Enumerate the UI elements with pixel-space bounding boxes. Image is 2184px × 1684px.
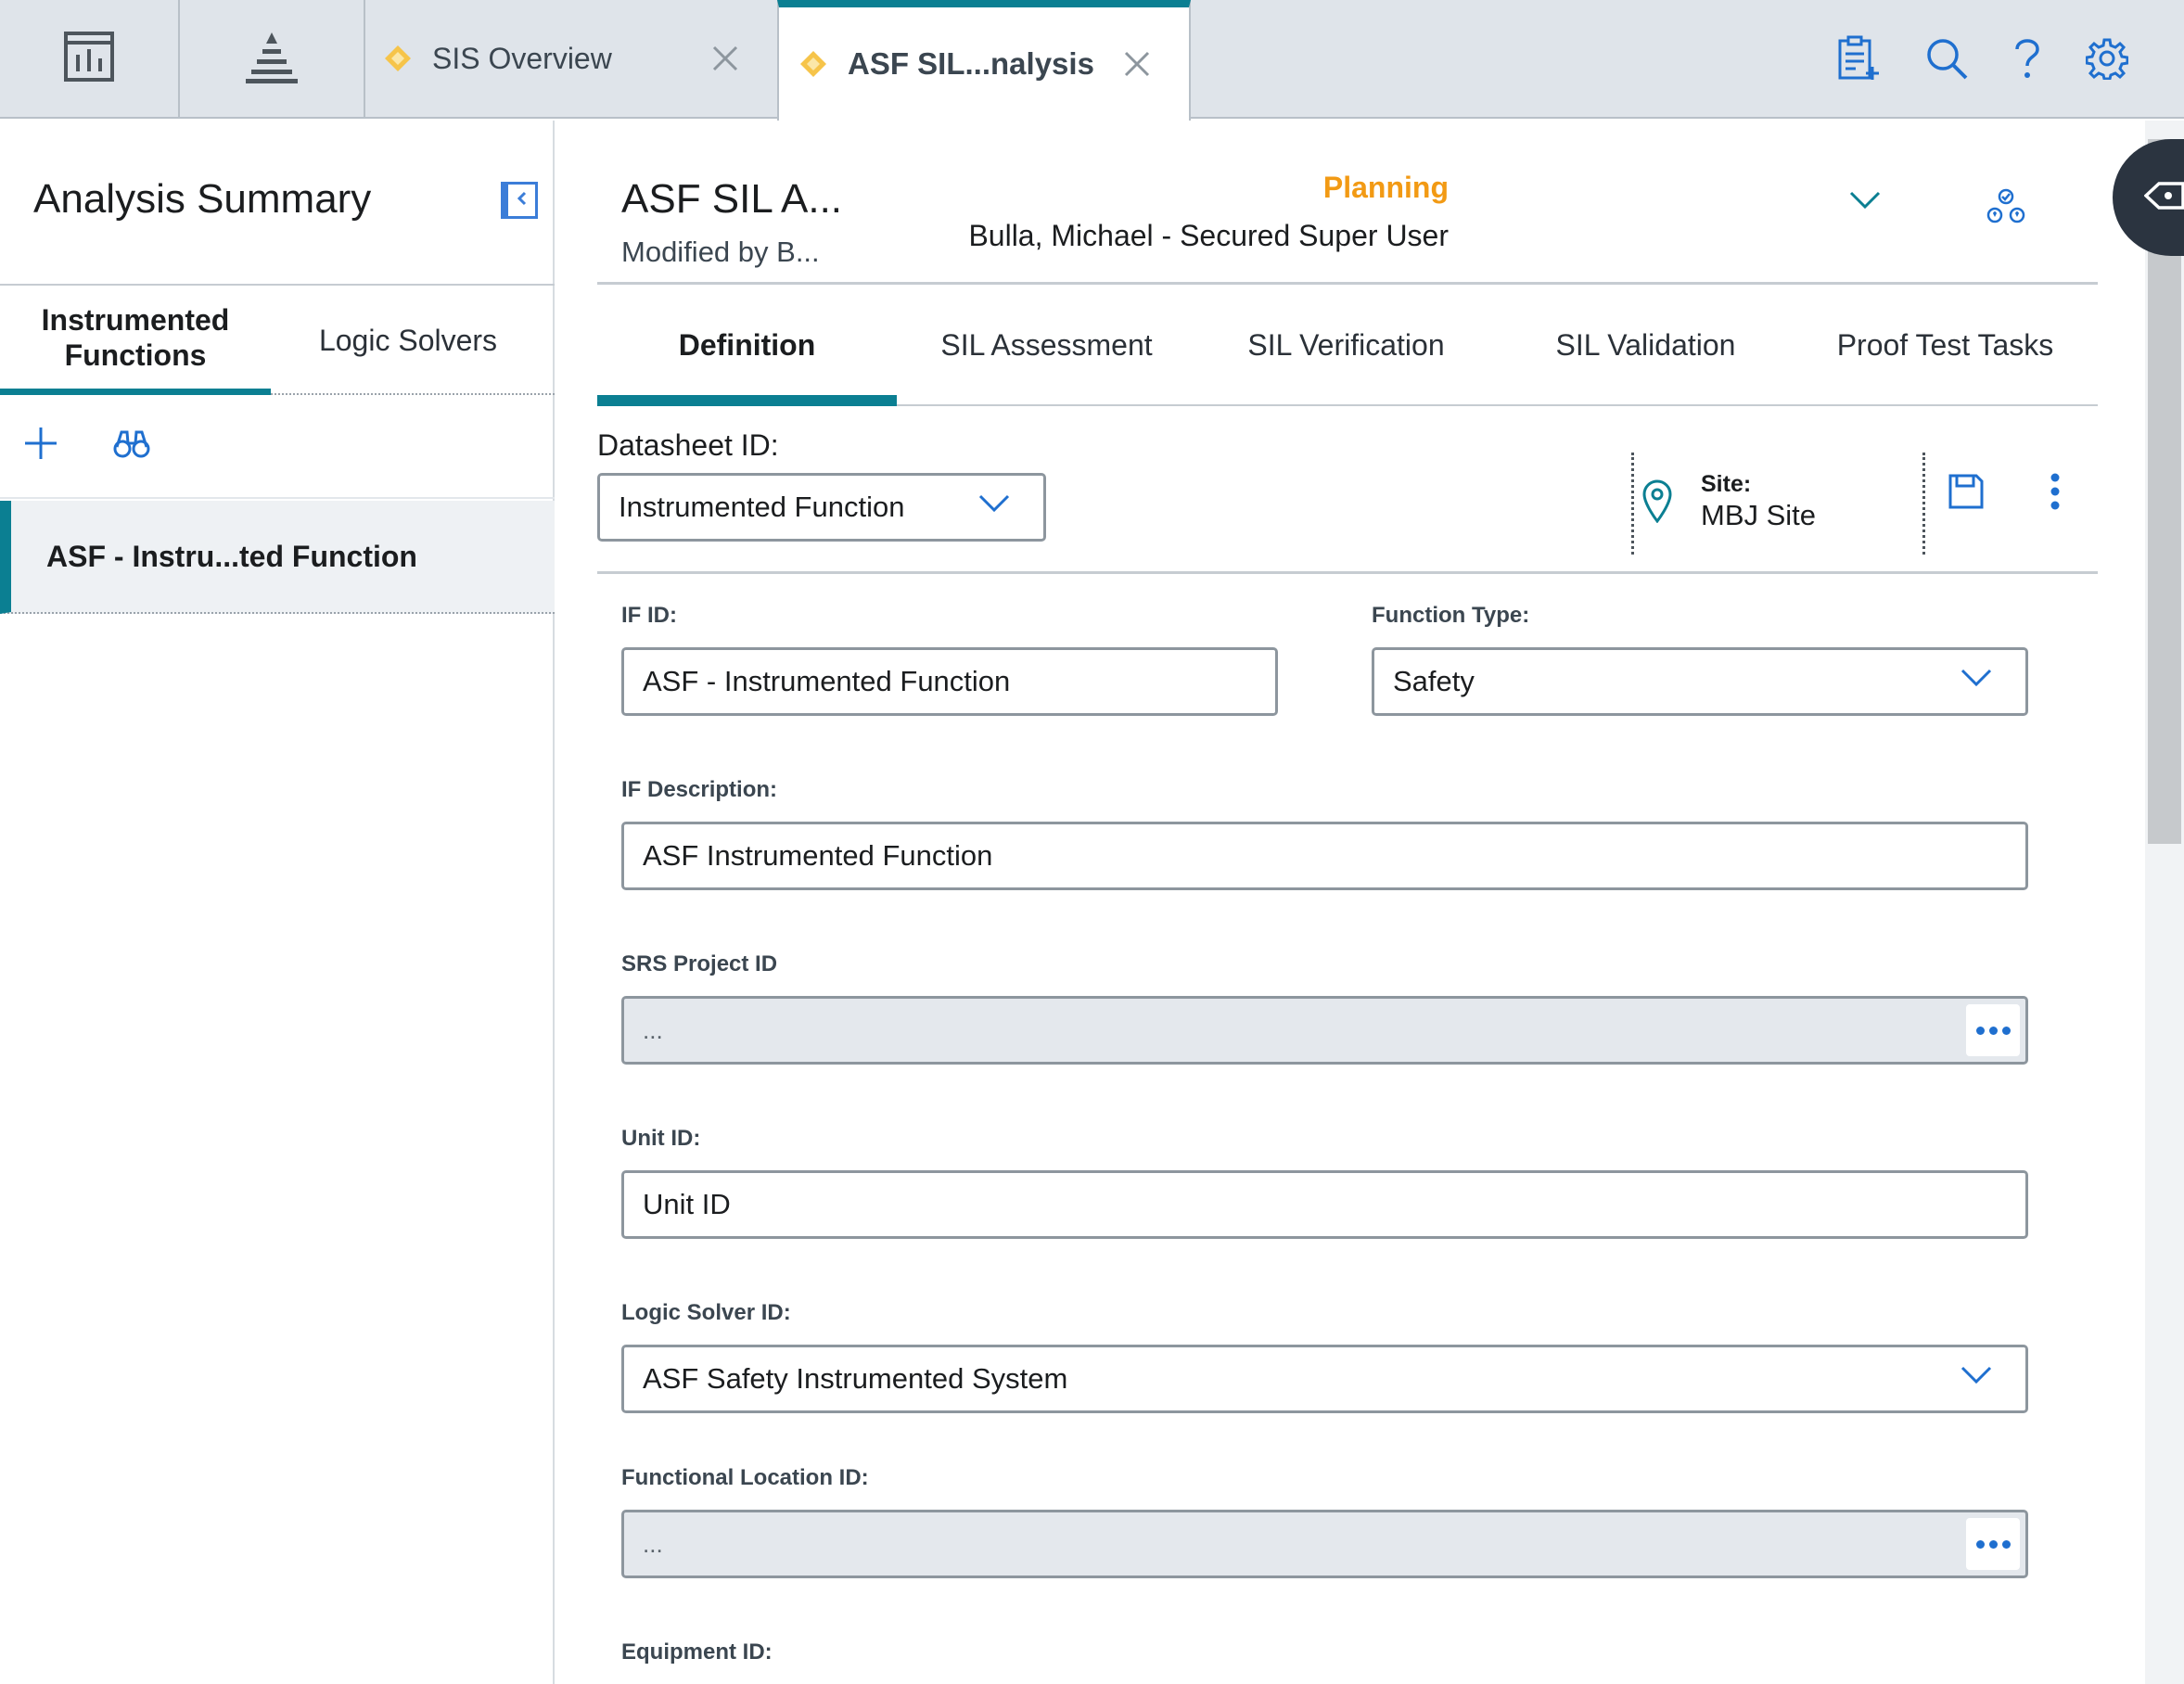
- state-user: Bulla, Michael - Secured Super User: [968, 219, 1449, 252]
- unit-id-label: Unit ID:: [621, 1126, 701, 1151]
- save-icon[interactable]: [1948, 473, 1985, 510]
- hierarchy-tab[interactable]: [180, 0, 365, 117]
- equipment-id-label: Equipment ID:: [621, 1639, 773, 1665]
- datasheet-label: Datasheet ID:: [597, 428, 779, 462]
- logic-solver-id-label: Logic Solver ID:: [621, 1300, 791, 1325]
- divider: [597, 571, 2098, 574]
- tab-sil-verification[interactable]: SIL Verification: [1196, 286, 1496, 404]
- datasheet-value: Instrumented Function: [619, 491, 905, 523]
- field-value: ...: [643, 1015, 663, 1044]
- functional-location-id-field: ...: [621, 1510, 2028, 1578]
- list-item[interactable]: ASF - Instru...ted Function: [0, 501, 555, 614]
- function-type-select[interactable]: Safety: [1372, 647, 2028, 716]
- site-label: Site:: [1701, 471, 1752, 497]
- hierarchy-icon: [244, 29, 300, 89]
- field-value: ASF Safety Instrumented System: [643, 1362, 1068, 1395]
- tab-sil-assessment[interactable]: SIL Assessment: [897, 286, 1196, 404]
- more-options-icon[interactable]: [2050, 473, 2061, 510]
- tab-definition[interactable]: Definition: [597, 286, 897, 406]
- if-description-label: IF Description:: [621, 777, 778, 802]
- tab-label: SIS Overview: [432, 41, 612, 75]
- record-panel: ASF SIL A... Modified by B... Planning B…: [556, 121, 2184, 1684]
- dashboard-tab[interactable]: [0, 0, 180, 117]
- tab-proof-test-tasks[interactable]: Proof Test Tasks: [1795, 286, 2095, 404]
- record-title: ASF SIL A...: [621, 176, 843, 222]
- search-icon[interactable]: [1924, 36, 1969, 81]
- tab-instrumented-functions[interactable]: Instrumented Functions: [0, 286, 271, 395]
- help-icon[interactable]: [2013, 36, 2041, 81]
- diamond-icon: [799, 50, 827, 78]
- tab-label: ASF SIL...nalysis: [848, 46, 1094, 81]
- tab-logic-solvers[interactable]: Logic Solvers: [271, 286, 545, 395]
- logic-solver-id-select[interactable]: ASF Safety Instrumented System: [621, 1345, 2028, 1413]
- binoculars-icon[interactable]: [113, 425, 150, 462]
- browse-button[interactable]: [1966, 1518, 2020, 1570]
- chevron-down-icon: [978, 494, 1010, 513]
- if-id-field[interactable]: ASF - Instrumented Function: [621, 647, 1278, 716]
- datasheet-select[interactable]: Instrumented Function: [597, 473, 1046, 542]
- functional-location-id-label: Functional Location ID:: [621, 1465, 869, 1490]
- panel-title: Analysis Summary: [33, 176, 372, 222]
- drawer-icon: [2143, 180, 2184, 216]
- if-id-label: IF ID:: [621, 603, 677, 628]
- chevron-down-icon[interactable]: [1849, 191, 1881, 210]
- if-description-field[interactable]: ASF Instrumented Function: [621, 822, 2028, 890]
- panel-tabs: Instrumented Functions Logic Solvers: [0, 284, 555, 395]
- modified-by: Modified by B...: [621, 236, 820, 268]
- srs-project-id-label: SRS Project ID: [621, 951, 778, 976]
- collapse-panel-button[interactable]: [501, 182, 538, 219]
- field-value: ...: [643, 1529, 663, 1558]
- function-type-label: Function Type:: [1372, 603, 1530, 628]
- field-value: Safety: [1393, 665, 1475, 697]
- divider: [597, 282, 2098, 285]
- divider: [1922, 453, 1925, 555]
- state-label[interactable]: Planning: [1323, 171, 1449, 205]
- add-icon[interactable]: [22, 425, 59, 462]
- close-icon[interactable]: [1122, 49, 1152, 79]
- chevron-left-icon: [516, 191, 529, 210]
- unit-id-field[interactable]: Unit ID: [621, 1170, 2028, 1239]
- dashboard-icon: [63, 31, 115, 87]
- chevron-down-icon: [1960, 1366, 1992, 1384]
- field-value: ASF - Instrumented Function: [643, 665, 1011, 697]
- top-tab-bar: SIS Overview ASF SIL...nalysis: [0, 0, 2184, 121]
- top-actions: [1837, 0, 2128, 117]
- close-icon[interactable]: [710, 44, 740, 73]
- team-icon[interactable]: [1985, 187, 2027, 224]
- field-value: Unit ID: [643, 1188, 731, 1220]
- settings-icon[interactable]: [2086, 37, 2128, 80]
- field-value: ASF Instrumented Function: [643, 839, 993, 872]
- location-pin-icon: [1641, 478, 1673, 523]
- chevron-down-icon: [1960, 669, 1992, 687]
- tab-asf-sil-analysis[interactable]: ASF SIL...nalysis: [777, 0, 1191, 121]
- diamond-icon: [384, 45, 412, 72]
- tab-sil-validation[interactable]: SIL Validation: [1496, 286, 1795, 404]
- browse-button[interactable]: [1966, 1004, 2020, 1056]
- srs-project-id-field: ...: [621, 996, 2028, 1065]
- divider: [1631, 453, 1634, 555]
- record-tabs: Definition SIL Assessment SIL Verificati…: [597, 286, 2098, 406]
- analysis-summary-panel: Analysis Summary Instrumented Functions …: [0, 121, 555, 1684]
- site-value: MBJ Site: [1701, 499, 1817, 531]
- new-record-icon[interactable]: [1837, 35, 1880, 82]
- panel-toolbar: [0, 397, 555, 499]
- tab-sis-overview[interactable]: SIS Overview: [365, 0, 777, 117]
